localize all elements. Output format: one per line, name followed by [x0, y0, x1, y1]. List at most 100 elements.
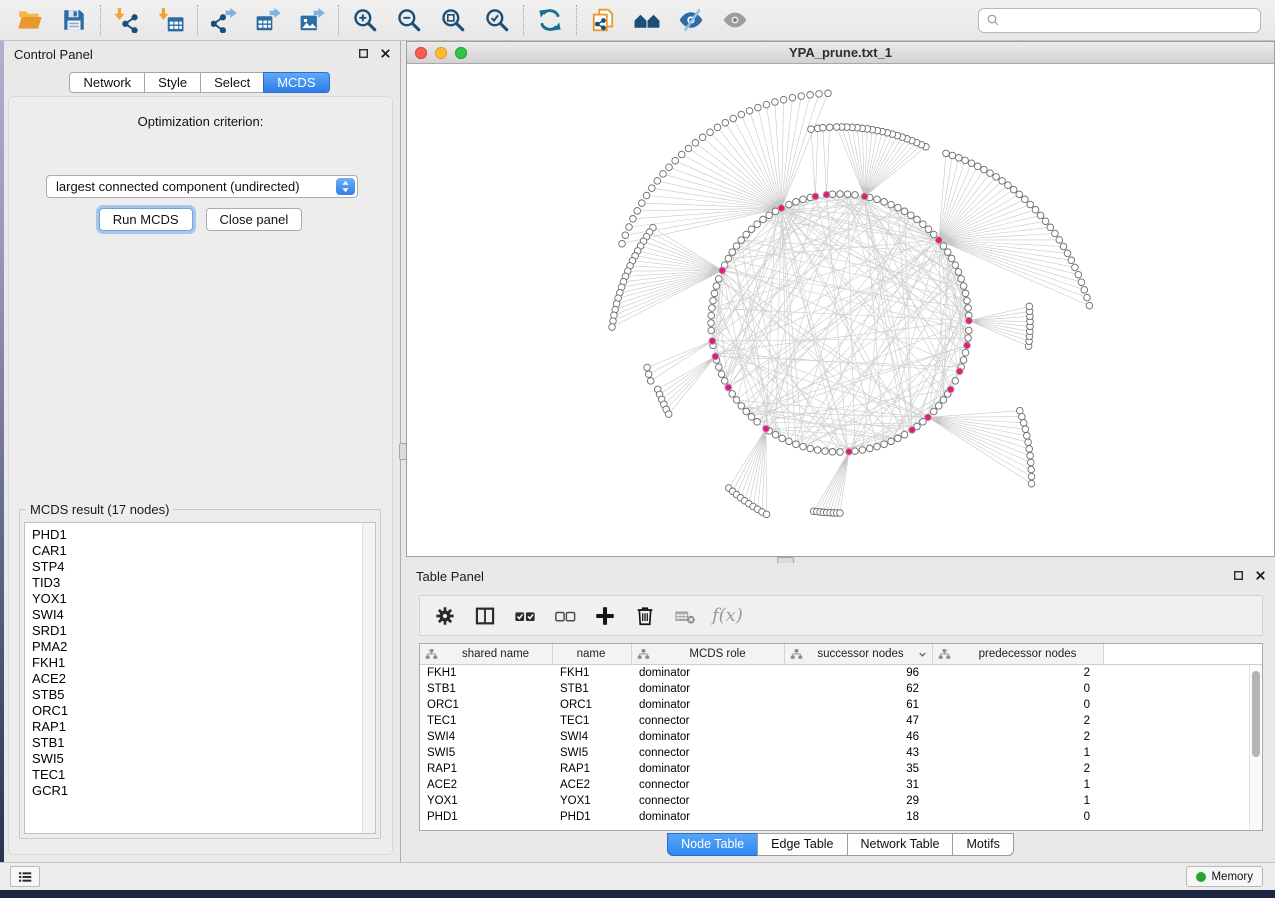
graph-node[interactable] — [710, 297, 717, 304]
graph-node[interactable] — [1026, 446, 1033, 453]
graph-node[interactable] — [940, 243, 947, 250]
graph-node[interactable] — [866, 445, 873, 452]
graph-node[interactable] — [609, 324, 616, 331]
mcds-result-node[interactable]: SRD1 — [32, 623, 357, 639]
table-scrollbar-thumb[interactable] — [1252, 671, 1260, 757]
graph-node[interactable] — [748, 414, 755, 421]
table-row[interactable]: PHD1PHD1dominator180 — [420, 809, 1262, 825]
graph-node[interactable] — [746, 108, 753, 115]
graph-node[interactable] — [931, 408, 938, 415]
graph-node[interactable] — [649, 185, 656, 192]
graph-node[interactable] — [660, 171, 667, 178]
graph-dominator-node[interactable] — [966, 317, 973, 324]
graph-node[interactable] — [833, 124, 840, 131]
float-panel-button[interactable] — [357, 47, 370, 60]
column-header-name[interactable]: name — [553, 644, 632, 664]
graph-node[interactable] — [1022, 426, 1029, 433]
graph-node[interactable] — [807, 92, 814, 99]
column-header-predecessor-nodes[interactable]: predecessor nodes — [933, 644, 1104, 664]
graph-node[interactable] — [708, 312, 715, 319]
mcds-result-node[interactable]: TEC1 — [32, 767, 357, 783]
graph-node[interactable] — [743, 231, 750, 238]
graph-node[interactable] — [1072, 264, 1079, 271]
graph-dominator-node[interactable] — [725, 384, 732, 391]
graph-node[interactable] — [708, 320, 715, 327]
graph-node[interactable] — [622, 232, 629, 239]
graph-node[interactable] — [925, 226, 932, 233]
graph-dominator-node[interactable] — [763, 425, 770, 432]
mcds-result-node[interactable]: GCR1 — [32, 783, 357, 799]
graph-dominator-node[interactable] — [925, 414, 932, 421]
zoom-in-icon[interactable] — [347, 4, 383, 36]
graph-node[interactable] — [826, 124, 833, 131]
graph-node[interactable] — [721, 378, 728, 385]
graph-node[interactable] — [780, 96, 787, 103]
graph-dominator-node[interactable] — [935, 237, 942, 244]
graph-node[interactable] — [981, 166, 988, 173]
graph-node[interactable] — [1086, 302, 1093, 309]
graph-node[interactable] — [999, 178, 1006, 185]
table-row[interactable]: FKH1FKH1dominator962 — [420, 665, 1262, 681]
memory-button[interactable]: Memory — [1186, 866, 1263, 887]
graph-dominator-node[interactable] — [823, 191, 830, 198]
graph-node[interactable] — [1047, 224, 1054, 231]
column-header-MCDS-role[interactable]: MCDS role — [632, 644, 785, 664]
clone-network-icon[interactable] — [585, 4, 621, 36]
graph-node[interactable] — [1084, 294, 1091, 301]
graph-node[interactable] — [1020, 420, 1027, 427]
mcds-result-node[interactable]: YOX1 — [32, 591, 357, 607]
graph-node[interactable] — [952, 378, 959, 385]
graph-node[interactable] — [685, 145, 692, 152]
export-image-icon[interactable] — [294, 4, 330, 36]
graph-node[interactable] — [766, 212, 773, 219]
graph-node[interactable] — [1052, 230, 1059, 237]
graph-node[interactable] — [936, 403, 943, 410]
graph-node[interactable] — [772, 99, 779, 106]
result-list-scrollbar[interactable] — [362, 523, 375, 833]
graph-node[interactable] — [1078, 279, 1085, 286]
graph-node[interactable] — [800, 443, 807, 450]
graph-node[interactable] — [748, 226, 755, 233]
graph-dominator-node[interactable] — [778, 205, 785, 212]
tab-motifs[interactable]: Motifs — [952, 833, 1013, 856]
mcds-result-node[interactable]: RAP1 — [32, 719, 357, 735]
graph-node[interactable] — [956, 155, 963, 162]
graph-node[interactable] — [722, 119, 729, 126]
graph-node[interactable] — [931, 231, 938, 238]
graph-node[interactable] — [729, 391, 736, 398]
save-session-icon[interactable] — [56, 4, 92, 36]
graph-node[interactable] — [960, 283, 967, 290]
graph-node[interactable] — [738, 111, 745, 118]
graph-node[interactable] — [1060, 243, 1067, 250]
graph-node[interactable] — [707, 129, 714, 136]
graph-node[interactable] — [955, 269, 962, 276]
graph-node[interactable] — [763, 511, 770, 518]
unselect-all-icon[interactable] — [552, 603, 578, 629]
graph-node[interactable] — [888, 201, 895, 208]
mcds-result-node[interactable]: TID3 — [32, 575, 357, 591]
graph-node[interactable] — [825, 90, 832, 97]
graph-node[interactable] — [874, 443, 881, 450]
zoom-selected-icon[interactable] — [479, 4, 515, 36]
graph-node[interactable] — [1027, 452, 1034, 459]
export-network-icon[interactable] — [206, 4, 242, 36]
graph-node[interactable] — [786, 438, 793, 445]
graph-node[interactable] — [1024, 432, 1031, 439]
mcds-result-node[interactable]: PMA2 — [32, 639, 357, 655]
mcds-result-node[interactable]: SWI5 — [32, 751, 357, 767]
mcds-result-node[interactable]: STP4 — [32, 559, 357, 575]
zoom-out-icon[interactable] — [391, 4, 427, 36]
graph-node[interactable] — [837, 191, 844, 198]
graph-node[interactable] — [895, 204, 902, 211]
import-network-icon[interactable] — [109, 4, 145, 36]
network-canvas[interactable] — [407, 64, 1274, 556]
graph-node[interactable] — [1056, 237, 1063, 244]
node-table[interactable]: shared namenameMCDS rolesuccessor nodesp… — [419, 643, 1263, 831]
show-all-icon[interactable] — [717, 4, 753, 36]
tab-node-table[interactable]: Node Table — [667, 833, 758, 856]
tab-network-table[interactable]: Network Table — [847, 833, 954, 856]
graph-node[interactable] — [733, 243, 740, 250]
graph-node[interactable] — [945, 249, 952, 256]
graph-node[interactable] — [630, 216, 637, 223]
graph-node[interactable] — [901, 208, 908, 215]
